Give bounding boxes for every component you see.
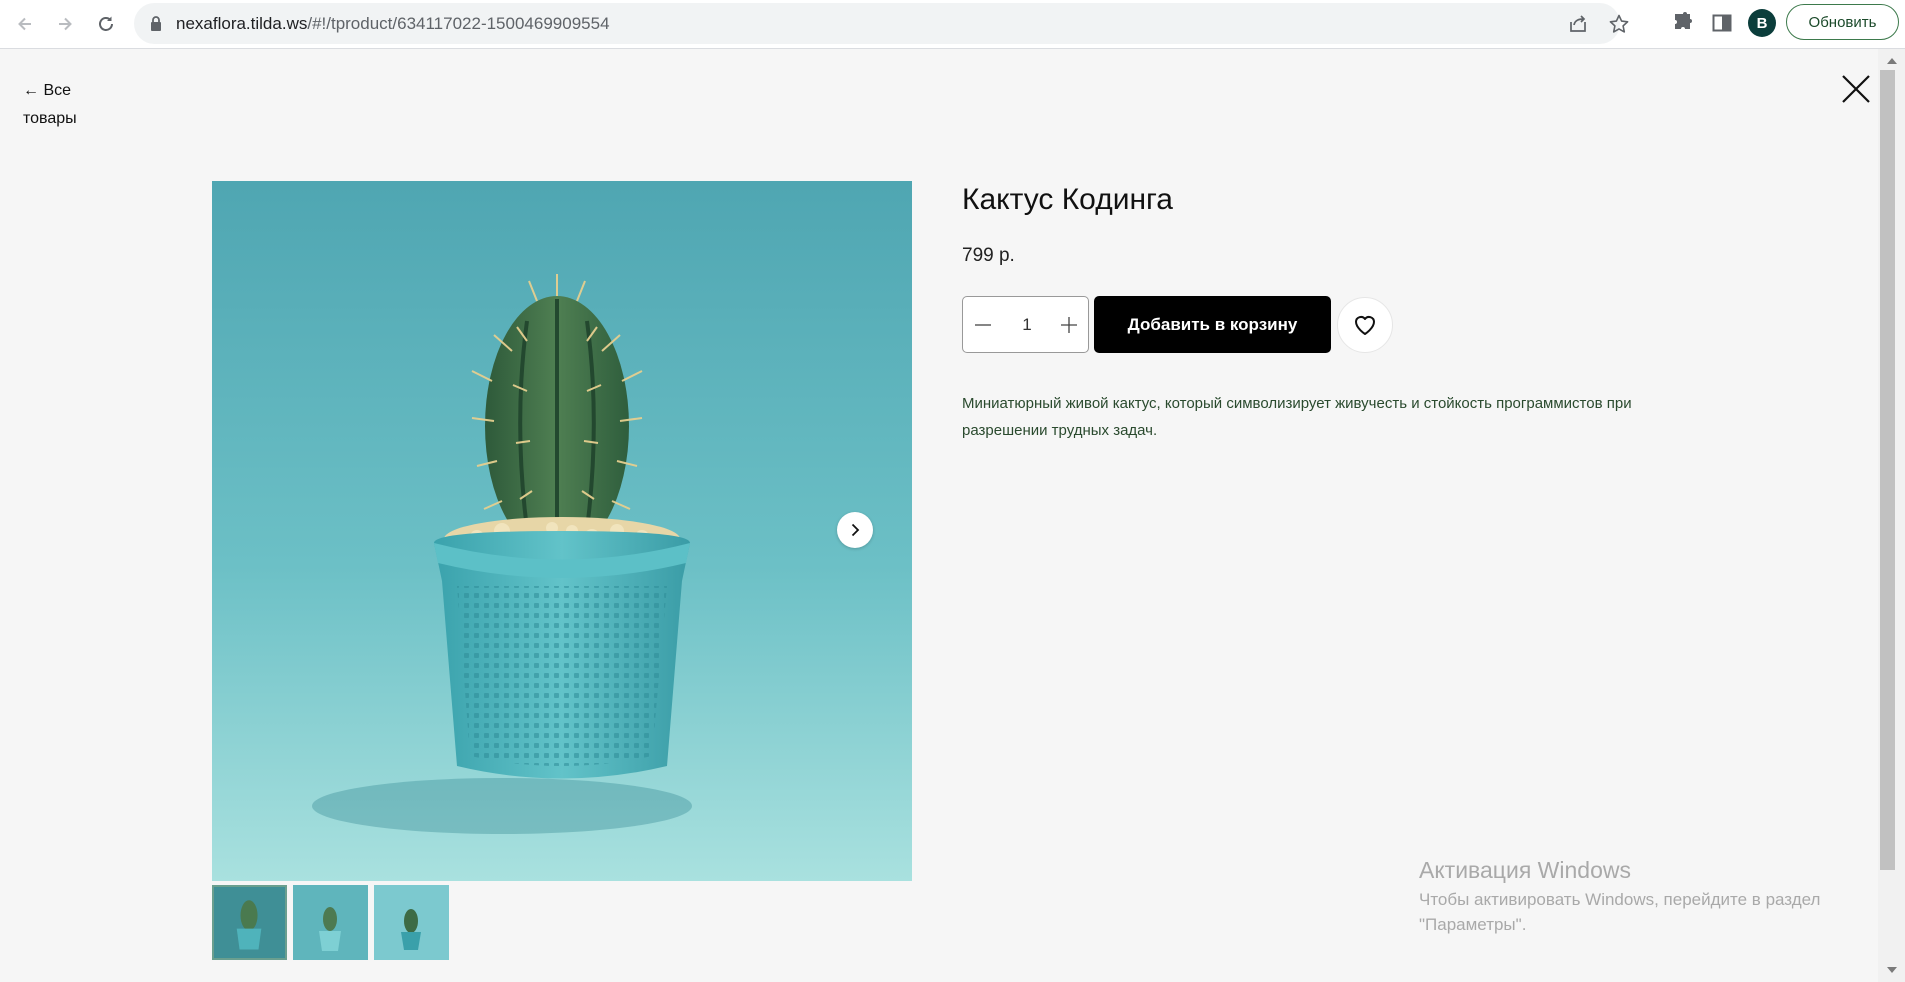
profile-avatar[interactable]: B [1748,9,1776,37]
update-button[interactable]: Обновить [1786,4,1899,40]
thumbnail-image [293,885,368,960]
arrow-right-icon [59,17,72,31]
slider-next-button[interactable] [837,512,873,548]
star-icon[interactable] [1608,13,1630,35]
url-host: nexaflora.tilda.ws [176,14,308,33]
quantity-stepper: 1 [962,296,1089,353]
quantity-value[interactable]: 1 [1007,315,1047,335]
scroll-up-icon[interactable] [1887,58,1897,64]
browser-toolbar: nexaflora.tilda.ws/#!/tproduct/634117022… [0,0,1905,49]
watermark-subtitle: Чтобы активировать Windows, перейдите в … [1419,890,1821,934]
chevron-right-icon [851,523,860,537]
thumbnail-2[interactable] [293,885,368,960]
heart-icon [1355,316,1375,335]
thumbnail-strip [212,885,449,960]
cactus-photo [212,181,912,881]
add-to-cart-button[interactable]: Добавить в корзину [1094,296,1331,353]
thumbnail-1[interactable] [212,885,287,960]
url-text[interactable]: nexaflora.tilda.ws/#!/tproduct/634117022… [176,14,610,34]
quantity-increase-button[interactable] [1049,297,1089,352]
windows-activation-watermark: Активация Windows Чтобы активировать Win… [1419,853,1859,937]
plus-icon [1061,316,1077,333]
product-title: Кактус Кодинга [962,183,1173,216]
back-button[interactable] [9,8,41,40]
arrow-left-icon [18,17,31,31]
scroll-down-icon[interactable] [1887,967,1897,973]
thumbnail-3[interactable] [374,885,449,960]
product-description: Миниатюрный живой кактус, который символ… [962,395,1632,439]
scrollbar-thumb[interactable] [1880,70,1895,870]
thumbnail-image [214,887,285,958]
forward-button[interactable] [49,8,81,40]
product-image [212,181,912,881]
wishlist-button[interactable] [1337,297,1393,353]
lock-icon [151,16,161,31]
share-icon[interactable] [1567,13,1589,35]
url-path: /#!/tproduct/634117022-1500469909554 [307,14,610,33]
address-bar[interactable]: nexaflora.tilda.ws/#!/tproduct/634117022… [134,3,1629,44]
reload-icon [99,16,113,31]
quantity-decrease-button[interactable] [963,297,1003,352]
back-to-products-link[interactable]: ← Все товары [23,77,103,133]
product-price: 799 р. [962,245,1015,266]
close-icon[interactable] [1840,73,1872,105]
minus-icon [975,323,991,326]
reload-button[interactable] [90,8,122,40]
thumbnail-image [374,885,449,960]
puzzle-icon[interactable] [1671,11,1695,35]
watermark-title: Активация Windows [1419,857,1631,883]
side-panel-icon[interactable] [1710,11,1734,35]
